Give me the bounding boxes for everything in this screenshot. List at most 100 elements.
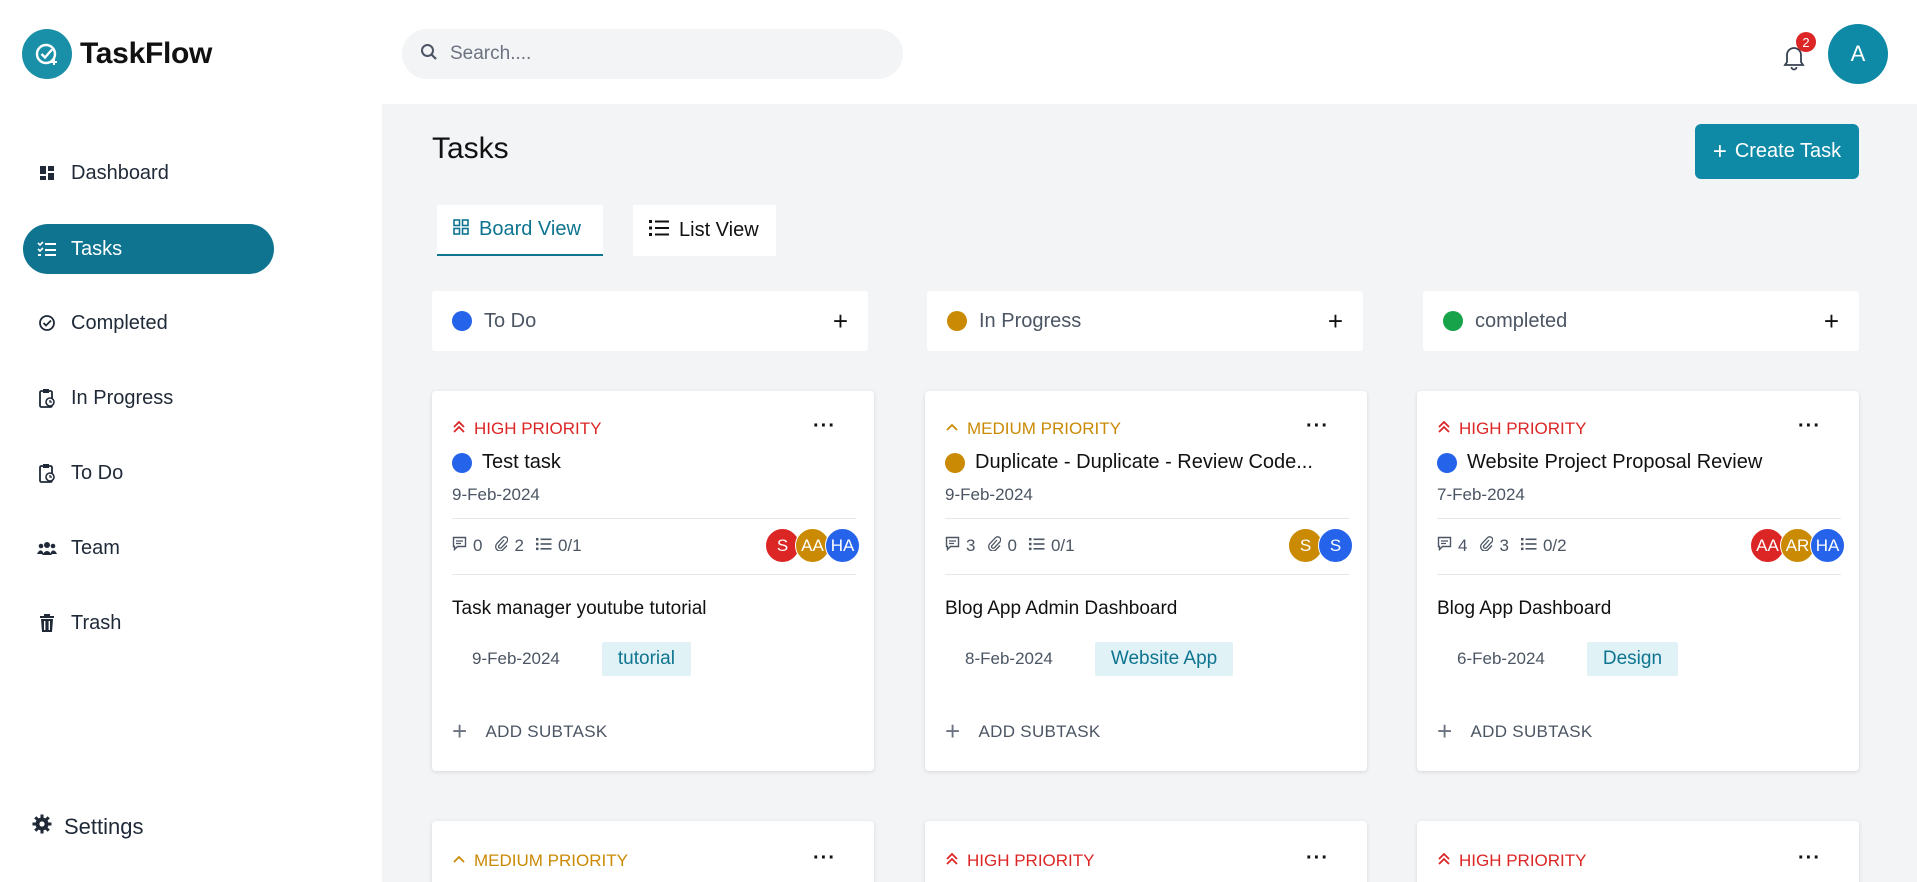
logo-check-icon [22,29,72,79]
task-date: 9-Feb-2024 [452,485,540,504]
paperclip-icon [987,535,1002,556]
team-avatars: S AA HA [765,528,860,563]
priority-text: MEDIUM PRIORITY [967,419,1121,438]
plus-icon: + [945,716,961,746]
priority-label: MEDIUM PRIORITY [452,851,628,871]
dashboard-icon [37,163,57,183]
task-card[interactable]: HIGH PRIORITY ··· Website Project Propos… [1417,391,1859,771]
priority-label: MEDIUM PRIORITY [945,419,1121,439]
search-input[interactable] [450,43,870,65]
double-chevron-up-icon [1437,419,1451,439]
sidebar-item-label: Tasks [71,237,123,260]
priority-text: HIGH PRIORITY [1459,419,1587,438]
notifications-button[interactable]: 2 [1782,32,1816,71]
sidebar-item-trash[interactable]: Trash [23,598,274,648]
task-card[interactable]: MEDIUM PRIORITY ··· Duplicate - Duplicat… [925,391,1367,771]
sidebar-item-label: Team [71,536,120,559]
user-avatar[interactable]: A [1828,24,1888,84]
comment-count: 0 [473,535,483,555]
clipboard-todo-icon [37,463,57,483]
task-title-text: Website Project Proposal Review [1467,451,1763,473]
add-task-button[interactable]: + [1328,306,1343,337]
logo[interactable]: TaskFlow [22,29,212,79]
add-subtask-label: ADD SUBTASK [485,721,608,741]
add-subtask-button[interactable]: + ADD SUBTASK [1437,716,1593,747]
column-title: To Do [484,309,537,332]
add-subtask-button[interactable]: + ADD SUBTASK [452,716,608,747]
task-card[interactable]: HIGH PRIORITY ··· [1417,821,1859,882]
priority-label: HIGH PRIORITY [945,851,1095,871]
task-card[interactable]: MEDIUM PRIORITY ··· [432,821,874,882]
subtask-title: Task manager youtube tutorial [452,598,707,619]
add-task-button[interactable]: + [833,306,848,337]
task-stats: 0 2 0/1 [452,535,582,556]
attachment-count: 2 [514,535,524,555]
tab-list-view[interactable]: List View [633,205,776,256]
brand-name: TaskFlow [80,37,213,70]
more-options-icon[interactable]: ··· [1306,847,1329,870]
sidebar-item-in-progress[interactable]: In Progress [23,373,274,423]
subtask-tag: tutorial [601,642,691,676]
subtask-count: 0/1 [1050,535,1075,555]
checklist-icon [1520,536,1537,556]
more-options-icon[interactable]: ··· [1798,847,1821,870]
divider [945,574,1349,575]
divider [1437,574,1841,575]
plus-icon: + [1712,137,1727,165]
sidebar-item-tasks[interactable]: Tasks [23,224,274,274]
notification-badge: 2 [1796,32,1816,52]
status-dot [1443,311,1463,331]
subtask-tag: Website App [1094,642,1234,676]
gear-icon [32,814,52,840]
tab-label: Board View [479,218,581,240]
priority-text: HIGH PRIORITY [1459,851,1587,870]
double-chevron-up-icon [452,419,466,439]
more-options-icon[interactable]: ··· [813,415,836,438]
status-dot [452,311,472,331]
search-box[interactable] [402,29,903,79]
subtask-meta: 8-Feb-2024 Website App [945,641,1234,677]
sidebar-item-label: Completed [71,311,168,334]
add-subtask-button[interactable]: + ADD SUBTASK [945,716,1101,747]
avatar[interactable]: HA [1810,528,1845,563]
subtask-count: 0/2 [1542,535,1567,555]
checklist-icon [535,536,552,556]
more-options-icon[interactable]: ··· [813,847,836,870]
more-options-icon[interactable]: ··· [1798,415,1821,438]
task-stats: 3 0 0/1 [945,535,1075,556]
team-avatars: AA AR HA [1750,528,1845,563]
priority-label: HIGH PRIORITY [452,419,602,439]
sidebar-item-team[interactable]: Team [23,523,274,573]
column-header-to-do: To Do + [432,291,868,351]
divider [945,518,1349,519]
subtask-title: Blog App Admin Dashboard [945,598,1178,619]
check-circle-icon [37,313,57,333]
sidebar-item-completed[interactable]: Completed [23,298,274,348]
tab-board-view[interactable]: Board View [437,205,603,256]
comment-count: 4 [1458,535,1468,555]
task-date: 7-Feb-2024 [1437,485,1525,504]
task-title: Duplicate - Duplicate - Review Code... [945,451,1345,474]
double-chevron-up-icon [945,851,959,871]
priority-text: HIGH PRIORITY [967,851,1095,870]
chevron-up-icon [945,419,959,439]
avatar[interactable]: S [1318,528,1353,563]
status-dot [1437,452,1457,473]
more-options-icon[interactable]: ··· [1306,415,1329,438]
task-card[interactable]: HIGH PRIORITY ··· Test task 9-Feb-2024 0… [432,391,874,771]
sidebar-item-dashboard[interactable]: Dashboard [23,148,274,198]
search-icon [420,43,438,66]
create-task-button[interactable]: + Create Task [1695,124,1859,179]
avatar[interactable]: HA [825,528,860,563]
sidebar-item-to-do[interactable]: To Do [23,448,274,498]
add-subtask-label: ADD SUBTASK [1470,721,1593,741]
settings-link[interactable]: Settings [32,814,144,840]
subtask-meta: 6-Feb-2024 Design [1437,641,1679,677]
task-title: Website Project Proposal Review [1437,451,1837,474]
add-task-button[interactable]: + [1824,306,1839,337]
column-header-in-progress: In Progress + [927,291,1363,351]
subtask-date: 9-Feb-2024 [452,641,580,677]
team-icon [37,538,57,558]
task-card[interactable]: HIGH PRIORITY ··· [925,821,1367,882]
priority-text: MEDIUM PRIORITY [474,851,628,870]
